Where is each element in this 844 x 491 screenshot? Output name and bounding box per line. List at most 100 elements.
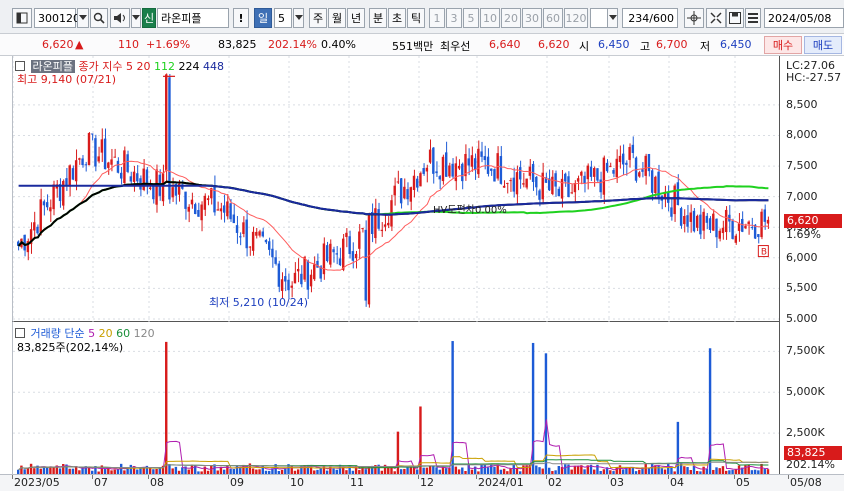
period-dropdown-icon[interactable] bbox=[293, 8, 304, 28]
candle-body bbox=[757, 234, 760, 238]
candle-body bbox=[695, 215, 699, 228]
sell-button[interactable]: 매도 bbox=[804, 36, 842, 54]
interval-120-button[interactable]: 120 bbox=[564, 8, 588, 28]
chart-area[interactable]: B 라온피플 종가 지수 5 20 112 224 448 최고 9,140 (… bbox=[0, 56, 844, 474]
candle-body bbox=[644, 155, 647, 176]
volume-tick-label: 2,500K bbox=[786, 426, 825, 440]
save-icon[interactable] bbox=[726, 8, 744, 28]
volume-bar bbox=[210, 465, 213, 474]
volume-bar bbox=[62, 464, 65, 474]
price-chart-svg[interactable]: B bbox=[12, 56, 790, 332]
period-year-button[interactable]: 년 bbox=[347, 8, 365, 28]
period-day-value[interactable]: 5 bbox=[274, 8, 292, 28]
volume-bar bbox=[615, 467, 618, 474]
candle-body bbox=[676, 182, 680, 206]
speaker-dropdown-icon[interactable] bbox=[131, 8, 141, 28]
volume-bar bbox=[428, 465, 432, 474]
candle-body bbox=[165, 74, 168, 171]
volume-pane[interactable]: 거래량 단순 5 20 60 120 83,825주(202,14%) bbox=[12, 322, 780, 474]
price-pane[interactable]: B 라온피플 종가 지수 5 20 112 224 448 최고 9,140 (… bbox=[12, 56, 790, 332]
price-tick-label: 7,500 bbox=[786, 159, 818, 173]
interval-60-button[interactable]: 60 bbox=[543, 8, 563, 28]
interval-5-button[interactable]: 5 bbox=[463, 8, 479, 28]
candle-body bbox=[374, 208, 377, 239]
period-second-button[interactable]: 초 bbox=[388, 8, 406, 28]
candle-body bbox=[136, 173, 139, 182]
list-icon[interactable] bbox=[745, 8, 761, 28]
volume-bar bbox=[564, 464, 567, 474]
candle-body bbox=[708, 218, 712, 230]
candle-body bbox=[258, 231, 261, 236]
candle-body bbox=[193, 204, 197, 215]
alert-button[interactable]: ! bbox=[233, 8, 249, 28]
candle-body bbox=[403, 186, 406, 199]
period-week-button[interactable]: 주 bbox=[309, 8, 327, 28]
volume-bar bbox=[100, 465, 104, 474]
candle-body bbox=[737, 223, 741, 231]
price-tick-label: 7,000 bbox=[786, 189, 818, 203]
buy-button[interactable]: 매수 bbox=[764, 36, 802, 54]
candle-body bbox=[412, 175, 416, 191]
candle-body bbox=[81, 158, 84, 166]
code-dropdown-icon[interactable] bbox=[77, 8, 89, 28]
candle-body bbox=[42, 201, 46, 206]
period-day-button[interactable]: 일 bbox=[254, 8, 272, 28]
candle-body bbox=[605, 162, 609, 172]
candle-body bbox=[387, 222, 390, 226]
candle-body bbox=[580, 171, 583, 176]
date-input[interactable]: 2024/05/08 bbox=[764, 8, 844, 28]
candle-body bbox=[226, 201, 229, 217]
data-count-field[interactable]: 234/600 bbox=[622, 8, 678, 28]
candle-body bbox=[367, 214, 371, 305]
candle-body bbox=[641, 169, 644, 172]
volume-bar bbox=[181, 467, 184, 474]
candle-body bbox=[261, 231, 264, 237]
candle-body bbox=[734, 235, 738, 243]
volume-bar bbox=[535, 465, 538, 474]
candle-body bbox=[271, 248, 274, 258]
speaker-icon[interactable] bbox=[110, 8, 130, 28]
candle-body bbox=[161, 173, 165, 202]
interval-3-button[interactable]: 3 bbox=[446, 8, 462, 28]
candle-body bbox=[699, 214, 702, 235]
period-minute-button[interactable]: 분 bbox=[369, 8, 387, 28]
date-tick-mark bbox=[788, 475, 789, 479]
interval-dropdown-icon[interactable] bbox=[607, 8, 618, 28]
window-menu-icon[interactable] bbox=[12, 8, 32, 28]
candle-body bbox=[525, 178, 528, 188]
candle-body bbox=[441, 156, 445, 182]
date-tick-label: 10 bbox=[290, 476, 304, 489]
candle-body bbox=[750, 227, 754, 229]
period-month-button[interactable]: 월 bbox=[328, 8, 346, 28]
volume-axis: 7,500K 5,000K 2,500K 83,825 202.14% bbox=[779, 322, 844, 474]
crosshair-icon[interactable] bbox=[684, 8, 704, 28]
candle-body bbox=[570, 192, 573, 194]
volume-bar bbox=[168, 464, 171, 474]
volume-bar bbox=[20, 465, 23, 474]
stock-code-input[interactable]: 300120 bbox=[34, 8, 80, 28]
volume-tick-label: 5,000K bbox=[786, 385, 825, 399]
volume-bar bbox=[432, 465, 435, 474]
volume-bar bbox=[454, 466, 458, 474]
candle-body bbox=[715, 218, 718, 238]
interval-20-button[interactable]: 20 bbox=[501, 8, 521, 28]
volume-legend-toggle-icon[interactable] bbox=[15, 328, 25, 338]
date-tick-label: 04 bbox=[670, 476, 684, 489]
interval-10-button[interactable]: 10 bbox=[480, 8, 500, 28]
interval-1-button[interactable]: 1 bbox=[429, 8, 445, 28]
stock-name-field[interactable]: 라온피플 bbox=[157, 8, 229, 28]
candle-body bbox=[23, 234, 26, 251]
candle-body bbox=[628, 147, 631, 160]
candle-body bbox=[564, 173, 567, 182]
candle-body bbox=[94, 138, 97, 167]
candle-body bbox=[84, 164, 87, 166]
interval-30-button[interactable]: 30 bbox=[522, 8, 542, 28]
legend-toggle-icon[interactable] bbox=[15, 61, 25, 71]
period-tick-button[interactable]: 틱 bbox=[407, 8, 425, 28]
volume-chart-svg[interactable] bbox=[13, 322, 780, 474]
arrows-icon[interactable] bbox=[706, 8, 726, 28]
candle-body bbox=[631, 144, 635, 153]
candle-body bbox=[142, 168, 145, 191]
candle-body bbox=[438, 176, 441, 180]
search-icon[interactable] bbox=[90, 8, 108, 28]
